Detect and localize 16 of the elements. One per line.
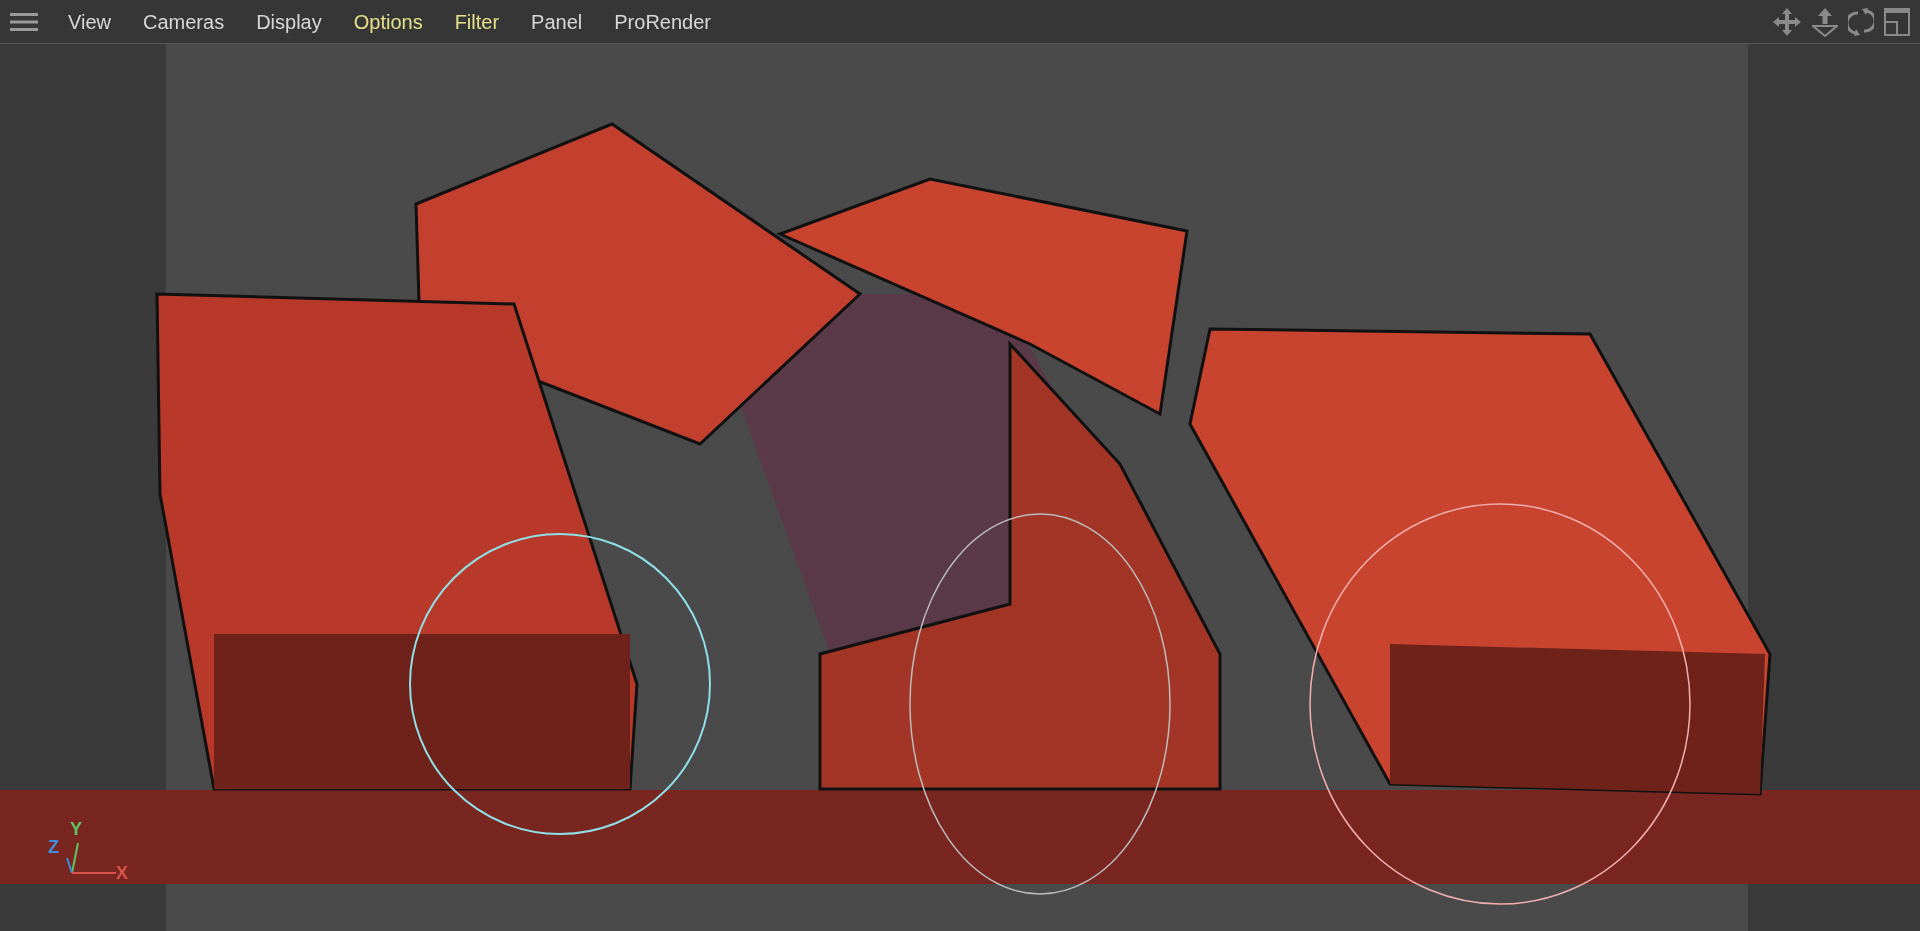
menu-item[interactable]: Filter — [448, 6, 506, 37]
menu-item[interactable]: ProRender — [608, 6, 717, 37]
menu-item[interactable]: Panel — [525, 6, 589, 37]
arrow-up-triangle-icon[interactable] — [1812, 6, 1838, 37]
rotate-arrows-icon[interactable] — [1848, 6, 1874, 37]
menu-icon[interactable] — [10, 11, 38, 32]
menu-item[interactable]: View — [62, 6, 117, 37]
menu-item[interactable]: Display — [250, 6, 328, 37]
layout-panel-icon[interactable] — [1884, 7, 1910, 36]
axis-label: Y — [70, 820, 82, 838]
menu-item[interactable]: Options — [347, 6, 429, 37]
menu-item[interactable]: Cameras — [137, 6, 231, 37]
axis-gizmo-icon — [66, 840, 118, 875]
axis-label: Z — [48, 838, 59, 856]
move-arrows-icon[interactable] — [1772, 6, 1802, 37]
axis-label: X — [116, 864, 128, 882]
